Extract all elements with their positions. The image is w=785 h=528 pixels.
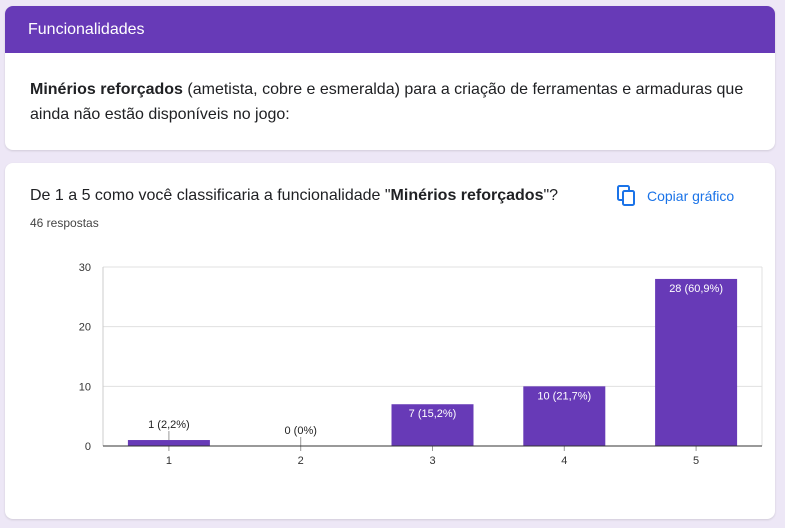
data-label: 28 (60,9%) [669,283,723,295]
question-card: De 1 a 5 como você classificaria a funci… [5,163,775,519]
data-label: 7 (15,2%) [409,408,457,420]
bar-chart: 0 10 20 30 1 1 (2,2%) 2 0 (0%) 3 7 (15,2%) 4 10 (21… [79,262,763,467]
section-description: Minérios reforçados (ametista, cobre e e… [30,77,755,127]
x-tick-label: 4 [561,455,567,467]
data-label: 1 (2,2%) [148,419,190,431]
y-tick-label: 30 [79,262,91,274]
data-label: 0 (0%) [284,425,316,437]
y-tick-label: 20 [79,322,91,334]
x-tick-label: 3 [429,455,435,467]
x-tick-label: 2 [298,455,304,467]
section-description-bold: Minérios reforçados [30,81,183,98]
x-tick-label: 5 [693,455,699,467]
x-tick-label: 1 [166,455,172,467]
bar [655,278,738,446]
section-card: Funcionalidades Minérios reforçados (ame… [5,6,775,150]
bar [127,440,210,446]
y-tick-label: 10 [79,381,91,393]
section-header: Funcionalidades [5,6,775,53]
y-tick-label: 0 [85,441,91,453]
data-label: 10 (21,7%) [537,390,591,402]
